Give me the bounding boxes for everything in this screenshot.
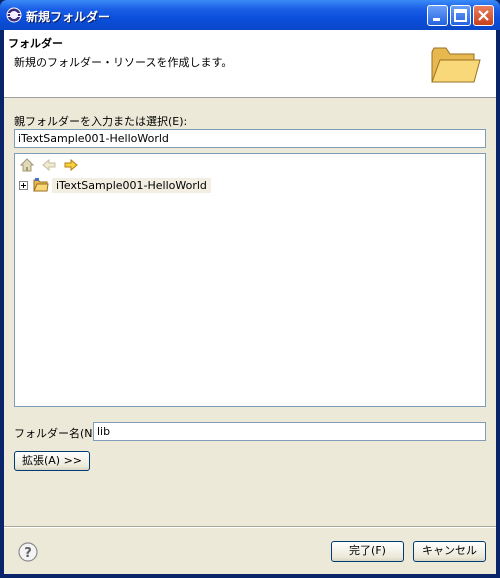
back-arrow-icon[interactable] [41,157,57,173]
tree-toolbar [15,154,485,176]
parent-folder-label: 親フォルダーを入力または選択(E): [14,115,188,128]
tree-item[interactable]: iTextSample001-HelloWorld [19,176,211,194]
new-folder-dialog: 新規フォルダー フォルダー 新規のフォルダー・リソースを作成します。 親フォルダ… [0,0,500,578]
home-icon[interactable] [19,157,35,173]
forward-arrow-icon[interactable] [63,157,79,173]
wizard-header: フォルダー 新規のフォルダー・リソースを作成します。 [4,30,496,98]
close-icon [478,10,489,21]
maximize-button[interactable] [450,5,471,26]
folder-open-icon [431,47,481,83]
close-button[interactable] [473,5,494,26]
maximize-icon [454,9,467,22]
wizard-title: フォルダー [8,37,63,50]
folder-tree[interactable]: iTextSample001-HelloWorld [14,153,486,407]
finish-button[interactable]: 完了(F) [331,541,404,562]
tree-item-label: iTextSample001-HelloWorld [52,177,211,193]
wizard-description: 新規のフォルダー・リソースを作成します。 [14,56,233,69]
footer-divider [4,526,496,528]
cancel-button[interactable]: キャンセル [413,541,486,562]
help-icon[interactable]: ? [18,542,38,562]
parent-folder-input[interactable]: iTextSample001-HelloWorld [14,129,486,148]
project-folder-icon [33,178,49,192]
eclipse-icon [6,7,22,23]
minimize-icon [433,18,440,21]
folder-name-input[interactable]: lib [93,422,486,441]
window-title: 新規フォルダー [26,10,111,24]
advanced-button[interactable]: 拡張(A) >> [14,451,90,471]
dialog-body: フォルダー 新規のフォルダー・リソースを作成します。 親フォルダーを入力または選… [4,30,496,574]
svg-text:?: ? [24,546,32,561]
folder-name-label: フォルダー名(N): [14,427,101,440]
expand-icon[interactable] [19,180,28,190]
minimize-button[interactable] [427,5,448,26]
title-bar[interactable]: 新規フォルダー [0,0,500,30]
